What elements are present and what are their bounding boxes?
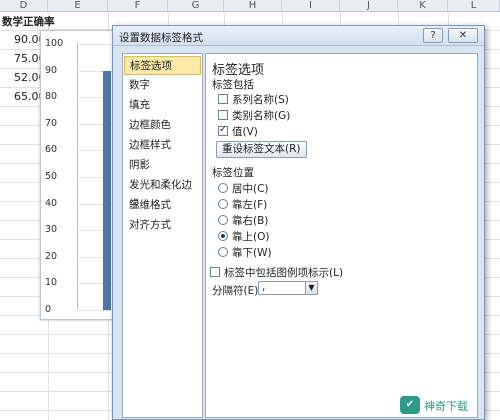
column-header-h[interactable]: H [224, 0, 282, 12]
separator-select[interactable]: , ▼ [258, 281, 318, 295]
list-item-3d-format[interactable]: 三维格式 [124, 196, 201, 215]
column-header-f[interactable]: F [108, 0, 168, 12]
dialog-titlebar[interactable]: 设置数据标签格式 ? ✕ [113, 26, 484, 46]
legend-key-checkbox[interactable] [210, 267, 220, 277]
y-tick-label: 20 [45, 250, 58, 262]
y-tick-label: 60 [45, 144, 58, 156]
chart-bar[interactable] [103, 70, 111, 310]
column-header-k[interactable]: K [398, 0, 448, 12]
label-position-heading: 标签位置 [212, 167, 254, 179]
chevron-down-icon[interactable]: ▼ [305, 282, 317, 294]
position-below-radio[interactable] [218, 247, 228, 257]
logo-icon: ✔ [400, 396, 420, 414]
watermark: ✔ 神奇下载 [400, 394, 495, 416]
separator-label: 分隔符(E) [212, 285, 259, 297]
series-name-label[interactable]: 系列名称(S) [232, 92, 289, 107]
options-pane: 标签选项 标签包括 系列名称(S) 类别名称(G) 值(V) 重设标签文本(R)… [205, 53, 478, 418]
reset-label-text-button[interactable]: 重设标签文本(R) [216, 141, 307, 158]
category-name-checkbox[interactable] [218, 110, 228, 120]
dialog-title: 设置数据标签格式 [119, 32, 203, 44]
column-header-d[interactable]: D [0, 0, 48, 12]
list-item-label-options[interactable]: 标签选项 [124, 56, 201, 75]
value-label[interactable]: 值(V) [232, 124, 258, 139]
y-tick-label: 40 [45, 197, 58, 209]
list-item-border-color[interactable]: 边框颜色 [124, 116, 201, 135]
category-name-label[interactable]: 类别名称(G) [232, 108, 290, 123]
y-tick-label: 50 [45, 171, 58, 182]
y-tick-label: 80 [45, 91, 58, 103]
column-header-j[interactable]: J [340, 0, 398, 12]
list-item-number[interactable]: 数字 [124, 76, 201, 95]
watermark-text: 神奇下载 [424, 400, 468, 413]
y-tick-label: 30 [45, 224, 58, 236]
position-center-radio[interactable] [218, 183, 228, 193]
y-axis [77, 43, 78, 309]
close-button[interactable]: ✕ [448, 28, 478, 43]
position-below-label[interactable]: 靠下(W) [232, 245, 272, 260]
list-item-shadow[interactable]: 阴影 [124, 156, 201, 175]
column-header-l[interactable]: L [448, 0, 500, 12]
column-header-i[interactable]: I [282, 0, 340, 12]
y-tick-label: 10 [45, 277, 58, 289]
column-header-e[interactable]: E [48, 0, 108, 12]
legend-key-label[interactable]: 标签中包括图例项标示(L) [224, 265, 343, 280]
label-contains-heading: 标签包括 [212, 79, 254, 91]
position-above-label[interactable]: 靠上(O) [232, 229, 269, 244]
list-item-fill[interactable]: 填充 [124, 96, 201, 115]
position-center-label[interactable]: 居中(C) [232, 181, 269, 196]
section-title: 标签选项 [212, 63, 265, 78]
position-right-radio[interactable] [218, 215, 228, 225]
list-item-border-style[interactable]: 边框样式 [124, 136, 201, 155]
y-tick-label: 100 [45, 38, 64, 49]
column-header-g[interactable]: G [168, 0, 224, 12]
help-button[interactable]: ? [423, 28, 443, 43]
y-tick-label: 0 [45, 304, 52, 315]
value-checkbox[interactable] [218, 124, 228, 136]
list-item-alignment[interactable]: 对齐方式 [124, 216, 201, 235]
position-left-radio[interactable] [218, 199, 228, 209]
position-above-radio[interactable] [218, 231, 228, 241]
y-tick-label: 90 [45, 64, 58, 76]
category-list: 标签选项 数字 填充 边框颜色 边框样式 阴影 发光和柔化边缘 三维格式 对齐方… [122, 53, 203, 418]
position-right-label[interactable]: 靠右(B) [232, 213, 268, 228]
position-left-label[interactable]: 靠左(F) [232, 197, 267, 212]
list-item-glow[interactable]: 发光和柔化边缘 [124, 176, 201, 210]
y-tick-label: 70 [45, 117, 58, 129]
format-data-labels-dialog: 设置数据标签格式 ? ✕ 标签选项 数字 填充 边框颜色 边框样式 阴影 发光和… [112, 25, 485, 420]
header-cell[interactable]: 数学正确率 [2, 14, 55, 29]
separator-value: , [262, 281, 266, 293]
series-name-checkbox[interactable] [218, 94, 228, 104]
